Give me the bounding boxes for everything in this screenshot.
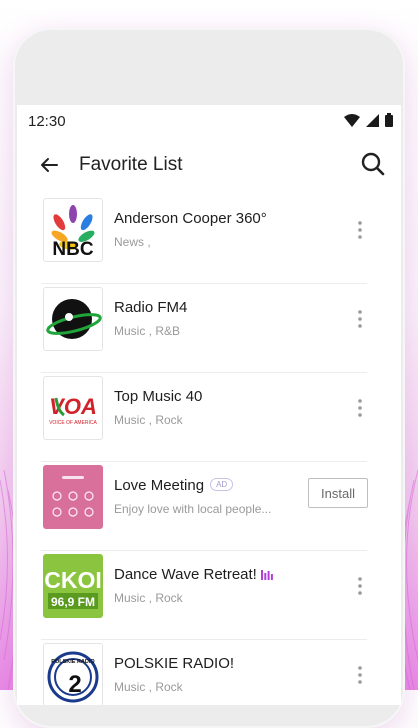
svg-text:VOA: VOA xyxy=(49,394,97,419)
favorite-list: NBC Anderson Cooper 360° News , Radio FM… xyxy=(17,195,401,705)
status-bar: 12:30 xyxy=(17,105,401,139)
list-item[interactable]: CKOI 96,9 FM Dance Wave Retreat! Music ,… xyxy=(17,551,401,640)
item-subtitle: Music , Rock xyxy=(114,680,183,694)
page-title: Favorite List xyxy=(79,154,183,175)
wifi-icon xyxy=(344,113,360,127)
ad-badge: AD xyxy=(210,478,234,491)
station-logo xyxy=(43,287,103,351)
list-item[interactable]: Radio FM4 Music , R&B xyxy=(17,284,401,373)
svg-text:2: 2 xyxy=(68,671,81,698)
item-title: Top Music 40 xyxy=(114,388,203,405)
more-options-icon[interactable] xyxy=(355,219,365,241)
more-options-icon[interactable] xyxy=(355,308,365,330)
back-arrow-icon[interactable] xyxy=(37,153,61,177)
app-screen: 12:30 Favorite List NBC Anderson Cooper … xyxy=(17,105,401,705)
more-options-icon[interactable] xyxy=(355,397,365,419)
install-button[interactable]: Install xyxy=(308,478,368,508)
ad-list-item[interactable]: Love Meeting AD Enjoy love with local peo… xyxy=(17,462,401,551)
item-title: Radio FM4 xyxy=(114,299,188,316)
station-logo: NBC xyxy=(43,198,103,262)
list-item[interactable]: POLSKIE RADIO 2 POLSKIE RADIO! Music , R… xyxy=(17,640,401,705)
station-logo: CKOI 96,9 FM xyxy=(43,554,103,618)
polskie-radio-logo: POLSKIE RADIO 2 xyxy=(47,651,99,703)
more-options-icon[interactable] xyxy=(355,575,365,597)
list-item[interactable]: VOA VOICE OF AMERICA Top Music 40 Music … xyxy=(17,373,401,462)
item-subtitle: News , xyxy=(114,235,151,249)
svg-text:VOICE OF AMERICA: VOICE OF AMERICA xyxy=(49,420,97,426)
app-icon xyxy=(43,465,103,529)
station-logo: POLSKIE RADIO 2 xyxy=(43,643,103,705)
status-time: 12:30 xyxy=(28,113,66,130)
nbc-logo: NBC xyxy=(51,205,95,260)
fm4-logo-icon xyxy=(46,299,102,339)
station-logo: VOA VOICE OF AMERICA xyxy=(43,376,103,440)
cell-signal-icon xyxy=(366,113,379,127)
item-title: Love Meeting AD xyxy=(114,477,234,494)
svg-text:96,9 FM: 96,9 FM xyxy=(51,595,95,609)
svg-text:NBC: NBC xyxy=(52,239,93,260)
item-subtitle: Music , R&B xyxy=(114,324,181,338)
item-title: POLSKIE RADIO! xyxy=(114,655,235,672)
love-meeting-app-icon xyxy=(44,466,102,528)
item-subtitle: Music , Rock xyxy=(114,591,183,605)
search-icon[interactable] xyxy=(359,150,387,178)
item-subtitle: Enjoy love with local people... xyxy=(114,502,272,516)
svg-text:POLSKIE RADIO: POLSKIE RADIO xyxy=(51,659,95,665)
item-subtitle: Music , Rock xyxy=(114,413,183,427)
more-options-icon[interactable] xyxy=(355,664,365,686)
list-item[interactable]: NBC Anderson Cooper 360° News , xyxy=(17,195,401,284)
item-title: Dance Wave Retreat! xyxy=(114,566,273,583)
now-playing-equalizer-icon xyxy=(260,570,273,580)
item-title: Anderson Cooper 360° xyxy=(114,210,267,227)
ckoi-logo: CKOI 96,9 FM xyxy=(44,555,102,617)
app-header: Favorite List xyxy=(17,139,401,195)
svg-text:CKOI: CKOI xyxy=(44,567,102,593)
battery-icon xyxy=(385,113,393,127)
voa-logo: VOA VOICE OF AMERICA xyxy=(49,394,97,426)
